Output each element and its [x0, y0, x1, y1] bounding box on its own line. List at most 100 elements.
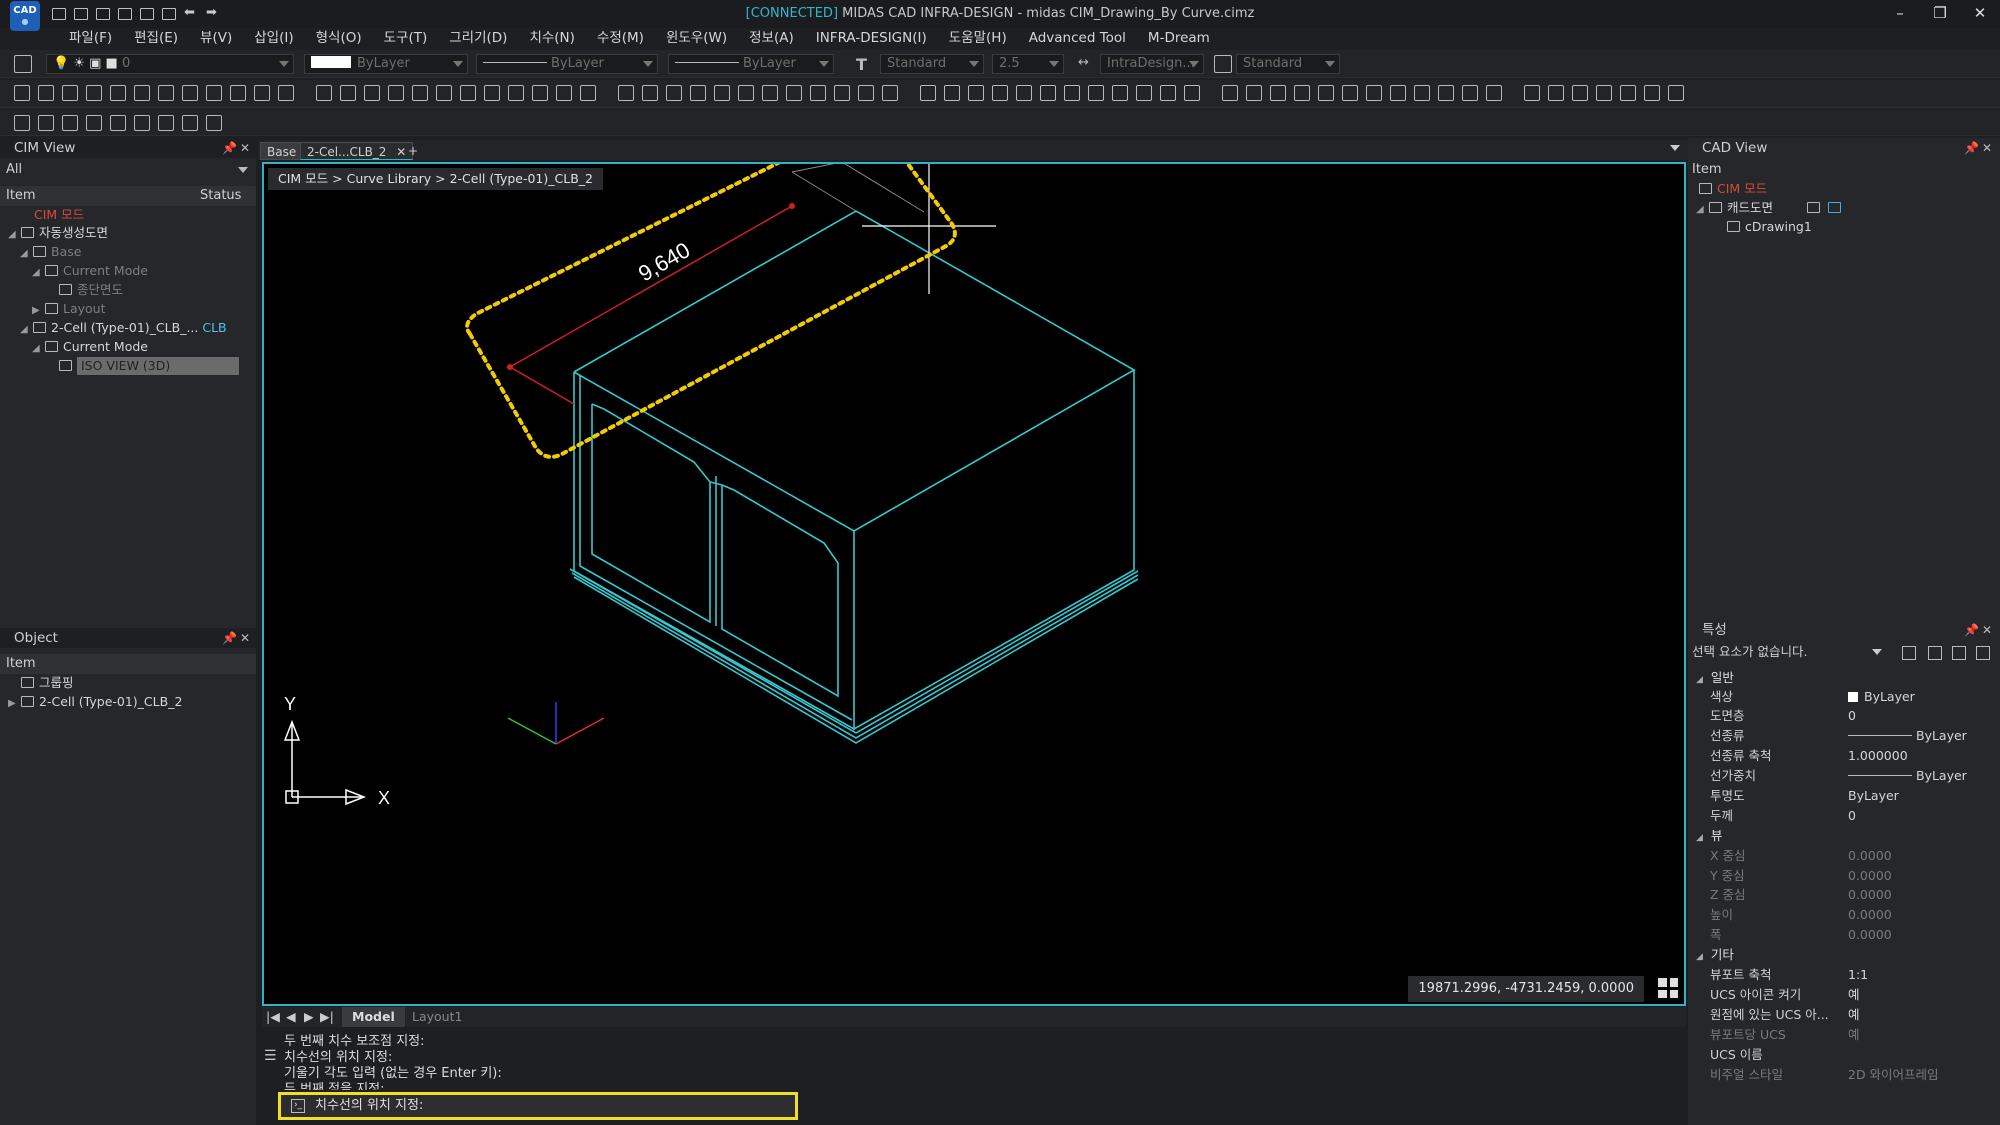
- tool-icon[interactable]: [86, 85, 102, 101]
- tool-icon[interactable]: [412, 85, 428, 101]
- tool-icon[interactable]: [690, 85, 706, 101]
- drawing-canvas[interactable]: 9,640 X Y: [264, 164, 1684, 1004]
- tool-icon[interactable]: [14, 115, 30, 131]
- model-view-icon[interactable]: [1828, 202, 1841, 213]
- tool-icon[interactable]: [508, 85, 524, 101]
- layer-manager-icon[interactable]: [14, 55, 32, 73]
- pin-icon[interactable]: 📌: [222, 138, 237, 158]
- menu-draw[interactable]: 그리기(D): [438, 27, 518, 49]
- tool-icon[interactable]: [158, 85, 174, 101]
- prop-row[interactable]: 도면층 0: [1688, 706, 2000, 725]
- tool-icon[interactable]: [1040, 85, 1056, 101]
- tree-item[interactable]: ▶ Layout: [32, 300, 106, 318]
- tool-icon[interactable]: [1596, 85, 1612, 101]
- tree-item[interactable]: ◢ Current Mode: [32, 338, 148, 356]
- menu-help[interactable]: 도움말(H): [938, 27, 1018, 49]
- tool-icon[interactable]: [1342, 85, 1358, 101]
- tree-item[interactable]: ◢ 캐드도면: [1696, 199, 1846, 217]
- prop-row[interactable]: 뷰포트 축척 1:1: [1688, 965, 2000, 984]
- tab-base[interactable]: Base: [260, 142, 304, 160]
- tool-icon[interactable]: [206, 85, 222, 101]
- tool-icon[interactable]: [230, 85, 246, 101]
- tool-icon[interactable]: [1620, 85, 1636, 101]
- tool-icon[interactable]: [182, 115, 198, 131]
- drawing-viewport[interactable]: 9,640 X Y CIM 모드 > Curve Library > 2-Cel…: [262, 162, 1686, 1006]
- print-icon[interactable]: [140, 8, 154, 20]
- close-button[interactable]: ✕: [1960, 0, 2000, 26]
- tool-icon[interactable]: [182, 85, 198, 101]
- quick-select-icon[interactable]: [1902, 646, 1916, 660]
- tool-icon[interactable]: [882, 85, 898, 101]
- undo-icon[interactable]: ⬅: [184, 6, 198, 20]
- prop-row[interactable]: 두께 0: [1688, 806, 2000, 825]
- tool-icon[interactable]: [992, 85, 1008, 101]
- tool-icon[interactable]: [1366, 85, 1382, 101]
- tree-item[interactable]: ▶ 2-Cell (Type-01)_CLB_2: [8, 693, 182, 711]
- close-icon[interactable]: ✕: [1982, 620, 1992, 640]
- lineweight-combo[interactable]: ByLayer: [668, 54, 834, 74]
- prop-row[interactable]: 투명도 ByLayer: [1688, 786, 2000, 805]
- section-misc[interactable]: ◢ 기타: [1688, 945, 2000, 964]
- add-tab-button[interactable]: +: [402, 142, 424, 160]
- tree-item[interactable]: cDrawing1: [1724, 218, 1812, 236]
- pin-icon[interactable]: 📌: [1964, 620, 1979, 640]
- menu-m-dream[interactable]: M-Dream: [1137, 27, 1221, 49]
- tool-icon[interactable]: [1088, 85, 1104, 101]
- menu-info[interactable]: 정보(A): [738, 27, 805, 49]
- tool-icon[interactable]: [920, 85, 936, 101]
- layer-combo[interactable]: 💡 ☀ ▣ ■ 0: [46, 54, 294, 74]
- prop-row[interactable]: X 중심 0.0000: [1688, 846, 2000, 865]
- tool-icon[interactable]: [1318, 85, 1334, 101]
- menu-infra-design[interactable]: INFRA-DESIGN(I): [805, 27, 938, 49]
- app-logo[interactable]: CAD ●: [10, 1, 40, 31]
- maximize-button[interactable]: ❐: [1920, 0, 1960, 26]
- tool-icon[interactable]: [666, 85, 682, 101]
- tool-icon[interactable]: [86, 115, 102, 131]
- command-input[interactable]: ›_ 치수선의 위치 지정:: [278, 1092, 798, 1120]
- tool-icon[interactable]: [1246, 85, 1262, 101]
- text-height-combo[interactable]: 2.5: [992, 54, 1064, 74]
- tab-model[interactable]: Model: [342, 1007, 405, 1027]
- close-icon[interactable]: ✕: [1982, 138, 1992, 158]
- tool-icon[interactable]: [436, 85, 452, 101]
- prop-row[interactable]: Z 중심 0.0000: [1688, 885, 2000, 904]
- tool-icon[interactable]: [388, 85, 404, 101]
- tool-icon[interactable]: [618, 85, 634, 101]
- prev-layout-button[interactable]: ◀: [286, 1007, 296, 1027]
- tool-icon[interactable]: [642, 85, 658, 101]
- tool-icon[interactable]: [316, 85, 332, 101]
- close-icon[interactable]: ✕: [240, 138, 250, 158]
- tool-icon[interactable]: [158, 115, 174, 131]
- viewport-layout-icon[interactable]: [1658, 978, 1678, 998]
- tool-icon[interactable]: [1136, 85, 1152, 101]
- layout-view-icon[interactable]: [1807, 202, 1820, 213]
- prop-row[interactable]: 색상 ByLayer: [1688, 687, 2000, 706]
- tree-item[interactable]: 종단면도: [56, 281, 123, 299]
- text-style-icon[interactable]: T: [856, 55, 874, 74]
- tool-icon[interactable]: [1668, 85, 1684, 101]
- dimension-line[interactable]: [509, 205, 793, 405]
- first-layout-button[interactable]: |◀: [266, 1007, 280, 1027]
- prop-row[interactable]: Y 중심 0.0000: [1688, 866, 2000, 885]
- tool-icon[interactable]: [1414, 85, 1430, 101]
- redo-icon[interactable]: ➡: [206, 6, 220, 20]
- menu-file[interactable]: 파일(F): [58, 27, 123, 49]
- next-layout-button[interactable]: ▶: [304, 1007, 314, 1027]
- cim-filter-select[interactable]: All: [0, 160, 256, 180]
- close-icon[interactable]: ✕: [240, 628, 250, 648]
- table-style-icon[interactable]: [1214, 55, 1232, 73]
- color-combo[interactable]: ByLayer: [304, 54, 468, 74]
- prop-row[interactable]: 원점에 있는 UCS 아... 예: [1688, 1005, 2000, 1024]
- pick-icon[interactable]: [1952, 646, 1966, 660]
- prop-row[interactable]: 폭 0.0000: [1688, 925, 2000, 944]
- tree-item[interactable]: CIM 모드: [1696, 180, 1767, 198]
- select-objects-icon[interactable]: [1928, 646, 1942, 660]
- dim-style-icon[interactable]: ↔: [1078, 55, 1096, 73]
- tool-icon[interactable]: [580, 85, 596, 101]
- prop-row[interactable]: 뷰포트당 UCS 예: [1688, 1025, 2000, 1044]
- tool-icon[interactable]: [364, 85, 380, 101]
- tool-icon[interactable]: [556, 85, 572, 101]
- prop-row[interactable]: 선가중치 ByLayer: [1688, 766, 2000, 785]
- tool-icon[interactable]: [14, 85, 30, 101]
- save-icon[interactable]: [96, 8, 110, 20]
